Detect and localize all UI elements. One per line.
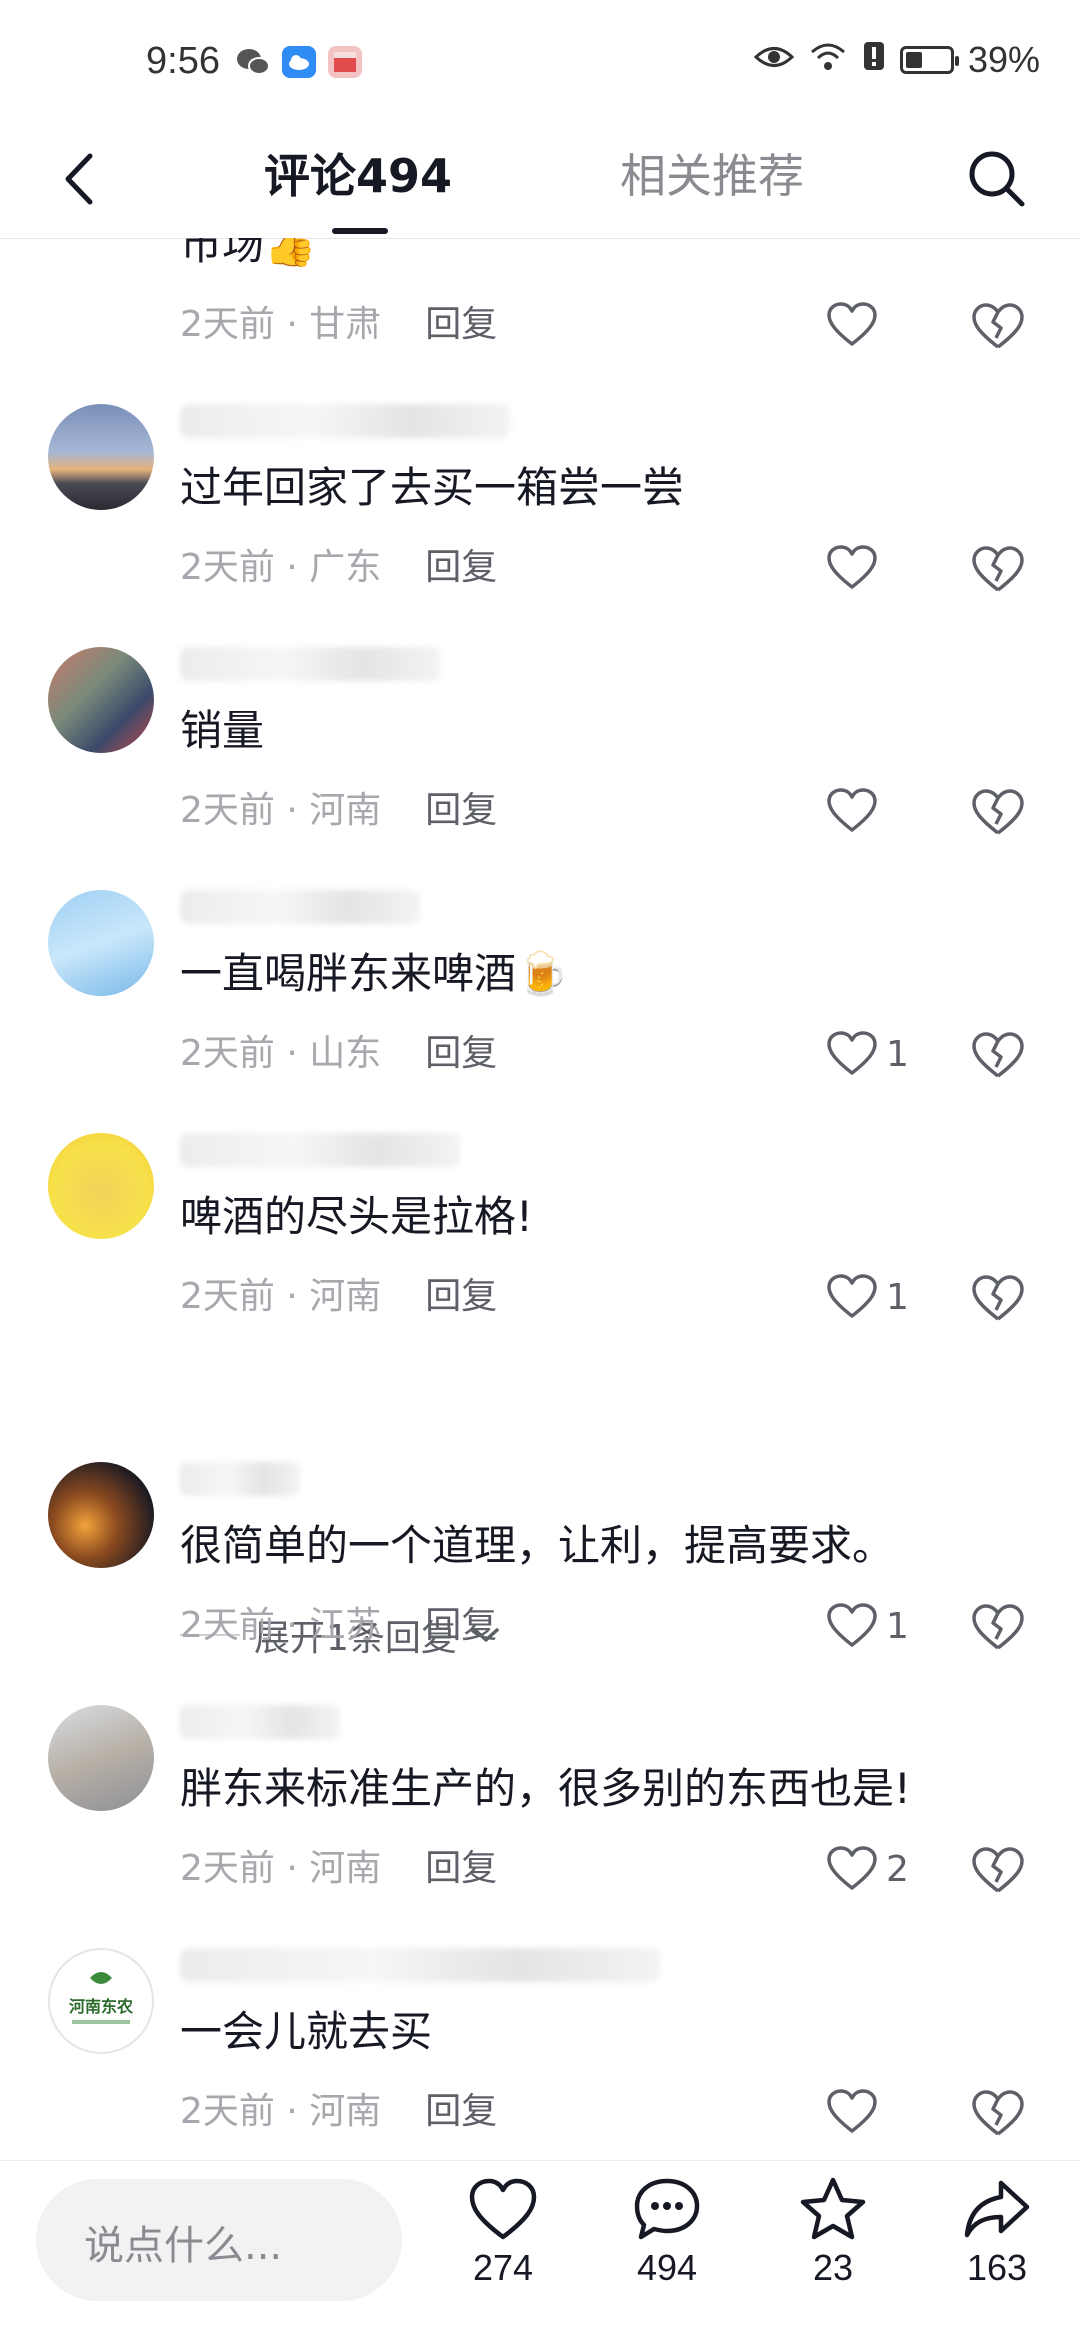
share-total: 163 bbox=[966, 2247, 1028, 2288]
comment-item: 销量 2天前 · 河南 回复 bbox=[0, 481, 1080, 835]
tab-comments[interactable]: 评论494 bbox=[264, 146, 452, 206]
comment-text: 一会儿就去买 bbox=[180, 2007, 433, 2056]
status-time: 9:56 bbox=[146, 40, 220, 82]
wechat-icon bbox=[236, 46, 270, 78]
comment-item: 很简单的一个道理，让利，提高要求。 2天前 · 江苏 回复 1 bbox=[0, 1296, 1080, 1650]
share-button[interactable]: 163 bbox=[942, 2175, 1052, 2335]
comment-time: 2天前 bbox=[180, 2091, 275, 2132]
username-blurred[interactable] bbox=[180, 1133, 460, 1167]
heart-icon bbox=[827, 2089, 877, 2133]
alert-icon bbox=[862, 39, 886, 81]
battery-icon bbox=[899, 46, 959, 74]
comment-item: 一直喝胖东来啤酒🍺 2天前 · 山东 回复 1 bbox=[0, 724, 1080, 1078]
cloud-app-icon bbox=[282, 46, 316, 78]
comment-total: 494 bbox=[636, 2247, 698, 2288]
logo-text: 河南东农 bbox=[69, 1997, 133, 2016]
top-nav: 评论494 相关推荐 bbox=[0, 120, 1080, 239]
favorite-button[interactable]: 23 bbox=[778, 2175, 888, 2335]
comment-bubble-icon bbox=[634, 2178, 700, 2240]
comment-item: 啤酒的尽头是拉格! 2天前 · 河南 回复 1 bbox=[0, 967, 1080, 1321]
dislike-button[interactable] bbox=[968, 2077, 1028, 2147]
avatar[interactable]: 河南东农 bbox=[48, 1948, 154, 2054]
comment-text: 啤酒的尽头是拉格! bbox=[180, 1192, 533, 1241]
comment-item: 过年回家了去买一箱尝一尝 2天前 · 广东 回复 bbox=[0, 238, 1080, 592]
status-bar: 9:56 39% bbox=[0, 0, 1080, 120]
meta-separator: · bbox=[274, 2091, 310, 2132]
username-blurred[interactable] bbox=[180, 890, 420, 924]
like-video-button[interactable]: 274 bbox=[448, 2175, 558, 2335]
username-blurred[interactable] bbox=[180, 647, 440, 681]
wifi-icon bbox=[808, 39, 848, 81]
username-blurred[interactable] bbox=[180, 1462, 300, 1496]
battery-percent: 39% bbox=[967, 39, 1040, 80]
avatar[interactable] bbox=[48, 1133, 154, 1239]
comment-input-placeholder: 说点什么... bbox=[84, 2223, 283, 2269]
eye-icon bbox=[753, 39, 795, 81]
like-total: 274 bbox=[472, 2247, 534, 2288]
share-arrow-icon bbox=[964, 2180, 1030, 2238]
battery-fill bbox=[905, 52, 922, 68]
tab-related[interactable]: 相关推荐 bbox=[620, 146, 804, 206]
tab-indicator bbox=[332, 228, 388, 234]
username-blurred[interactable] bbox=[180, 404, 510, 438]
logo-icon: 河南东农 bbox=[69, 1972, 133, 2024]
comment-list[interactable]: 市场👍 2天前 · 甘肃 回复 过年回家了去买一箱尝一尝 2天前 · 广东 回复 销… bbox=[0, 238, 1080, 2160]
reply-button[interactable]: 回复 bbox=[425, 2091, 497, 2132]
username-blurred[interactable] bbox=[180, 1705, 340, 1739]
comment-item: 河南东农 一会儿就去买 2天前 · 河南 回复 bbox=[0, 1782, 1080, 2136]
comment-location: 河南 bbox=[309, 2091, 382, 2132]
like-button[interactable] bbox=[826, 2077, 886, 2147]
app-notification-icon bbox=[328, 46, 362, 78]
comment-item: 胖东来标准生产的，很多别的东西也是! 2天前 · 河南 回复 2 bbox=[0, 1539, 1080, 1893]
broken-heart-icon bbox=[972, 2090, 1024, 2136]
favorite-total: 23 bbox=[812, 2247, 854, 2288]
star-icon bbox=[800, 2177, 866, 2240]
username-blurred[interactable] bbox=[180, 1948, 660, 1982]
heart-icon bbox=[469, 2178, 537, 2240]
comment-input[interactable]: 说点什么... bbox=[36, 2179, 402, 2301]
search-button[interactable] bbox=[960, 138, 1030, 218]
back-button[interactable] bbox=[52, 144, 112, 214]
search-icon bbox=[969, 151, 1025, 207]
comments-button[interactable]: 494 bbox=[612, 2175, 722, 2335]
comment-meta: 2天前 · 河南 回复 bbox=[180, 2087, 497, 2137]
bottom-bar: 说点什么... 274 494 23 163 bbox=[0, 2160, 1080, 2341]
